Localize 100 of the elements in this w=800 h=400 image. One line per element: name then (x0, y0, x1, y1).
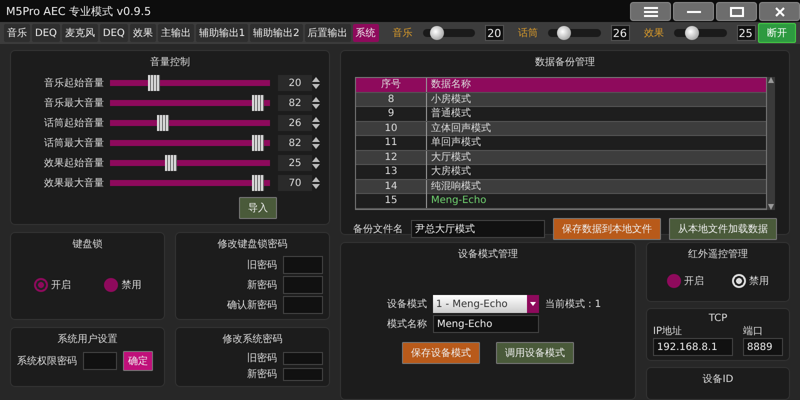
column-header: 序号 (380, 78, 402, 92)
panel-title: 系统用户设置 (58, 332, 118, 346)
value-field[interactable]: 70 (278, 175, 312, 191)
spinner-arrows-icon[interactable] (312, 176, 320, 190)
spinner-arrows-icon[interactable] (312, 156, 320, 170)
spinner-arrows-icon[interactable] (312, 96, 320, 110)
volume-label: 话筒起始音量 (43, 116, 105, 130)
tab[interactable]: 后置输出 (304, 24, 351, 42)
minimize-button[interactable] (673, 2, 714, 21)
save-file-button[interactable]: 保存数据到本地文件 (553, 218, 661, 240)
radio-button[interactable] (667, 274, 681, 288)
value-field[interactable]: 20 (278, 75, 312, 91)
table-cell: Meng-Echo (426, 194, 766, 208)
panel-title: 数据备份管理 (535, 56, 595, 69)
table-cell-text: 14 (384, 180, 398, 194)
radio-label: 禁用 (121, 278, 142, 292)
field-label: 新密码 (247, 278, 277, 292)
tab[interactable]: 系统 (352, 24, 379, 42)
slider-track[interactable] (548, 29, 601, 37)
table-cell: 大房模式 (426, 165, 766, 179)
maximize-icon (730, 6, 744, 16)
level-label: 音乐 (392, 26, 413, 40)
table-cell-text: 9 (386, 107, 396, 121)
radio-label: 开启 (684, 274, 704, 288)
level-value: 20 (485, 25, 504, 41)
slider-knob[interactable] (557, 26, 571, 40)
volume-label: 话筒最大音量 (43, 136, 105, 150)
table-cell-text: 8 (386, 92, 396, 106)
spinner-arrows-icon[interactable] (312, 76, 320, 90)
scrollbar[interactable] (767, 77, 775, 210)
table-cell-text: 11 (384, 136, 398, 150)
tab[interactable]: 辅助输出1 (196, 24, 248, 42)
table-cell: 普通模式 (426, 107, 766, 121)
maximize-button[interactable] (716, 2, 757, 21)
port-field[interactable]: 8889 (743, 338, 783, 356)
scroll-up-icon[interactable] (768, 77, 774, 83)
radio-button[interactable] (104, 278, 118, 292)
table-cell-text: 15 (384, 194, 398, 208)
disconnect-button[interactable]: 断开 (758, 23, 796, 43)
slider-thumb[interactable] (148, 75, 160, 91)
field-label: 旧密码 (247, 352, 277, 365)
password-field[interactable] (283, 352, 323, 364)
tab[interactable]: 效果 (130, 24, 156, 42)
field-label: 系统权限密码 (17, 354, 77, 368)
panel-title: 设备模式管理 (458, 248, 518, 261)
radio-button[interactable] (34, 278, 48, 292)
spinner-arrows-icon[interactable] (312, 116, 320, 130)
field-label: 模式名称 (387, 318, 427, 331)
slider-thumb[interactable] (157, 115, 170, 131)
panel-title: 修改系统密码 (222, 332, 282, 346)
mode-dropdown[interactable]: 1 - Meng-Echo (433, 295, 539, 313)
save-mode-button[interactable]: 保存设备模式 (402, 342, 480, 364)
value-field[interactable]: 82 (278, 95, 312, 111)
password-field[interactable] (83, 352, 117, 370)
password-field[interactable] (283, 276, 323, 294)
password-field[interactable] (283, 368, 323, 380)
slider-knob[interactable] (430, 26, 444, 40)
menu-button[interactable] (630, 2, 671, 21)
spinner-arrows-icon[interactable] (312, 136, 320, 150)
scroll-down-icon[interactable] (768, 204, 774, 210)
close-button[interactable] (759, 2, 800, 21)
confirm-button[interactable]: 确定 (123, 351, 153, 371)
panel-title: 红外遥控管理 (688, 248, 748, 261)
slider-thumb[interactable] (164, 155, 177, 171)
password-field[interactable] (283, 256, 323, 274)
radio-label: 开启 (50, 278, 71, 292)
window-title: M5Pro AEC 专业模式 v0.9.5 (6, 4, 152, 18)
level-value: 26 (610, 25, 630, 41)
slider-knob[interactable] (685, 26, 700, 40)
field-label: 确认新密码 (227, 298, 277, 312)
tab[interactable]: 音乐 (4, 24, 30, 42)
slider-track[interactable] (674, 29, 727, 37)
slider-track[interactable] (422, 29, 476, 37)
field-label: 设备模式 (387, 298, 427, 311)
value-field[interactable]: 82 (278, 135, 312, 151)
slider-thumb[interactable] (252, 95, 264, 111)
table-cell-text: 12 (384, 150, 398, 164)
tab[interactable]: DEQ (32, 24, 60, 42)
tab[interactable]: DEQ (100, 24, 128, 42)
field-label: 旧密码 (247, 258, 277, 272)
column-header: 数据名称 (426, 78, 766, 92)
load-mode-button[interactable]: 调用设备模式 (496, 342, 574, 364)
tab[interactable]: 麦克风 (62, 24, 98, 42)
level-value: 25 (736, 25, 756, 41)
field-label: IP地址 (653, 324, 682, 338)
tab[interactable]: 辅助输出2 (250, 24, 303, 42)
ip-field[interactable]: 192.168.8.1 (653, 338, 733, 356)
load-file-button[interactable]: 从本地文件加载数据 (669, 218, 777, 240)
value-field[interactable]: 25 (278, 155, 312, 171)
radio-button[interactable] (732, 274, 746, 288)
tab[interactable]: 主输出 (158, 24, 194, 42)
filename-field[interactable]: 尹总大厅模式 (411, 220, 545, 238)
value-field[interactable]: 26 (278, 115, 312, 131)
slider-thumb[interactable] (252, 135, 264, 151)
slider-thumb[interactable] (252, 175, 264, 191)
mode-name-field[interactable]: Meng-Echo (433, 315, 539, 333)
close-icon (774, 6, 784, 16)
table-cell-text: 13 (384, 165, 398, 179)
import-button[interactable]: 导入 (239, 197, 277, 219)
password-field[interactable] (283, 296, 323, 314)
